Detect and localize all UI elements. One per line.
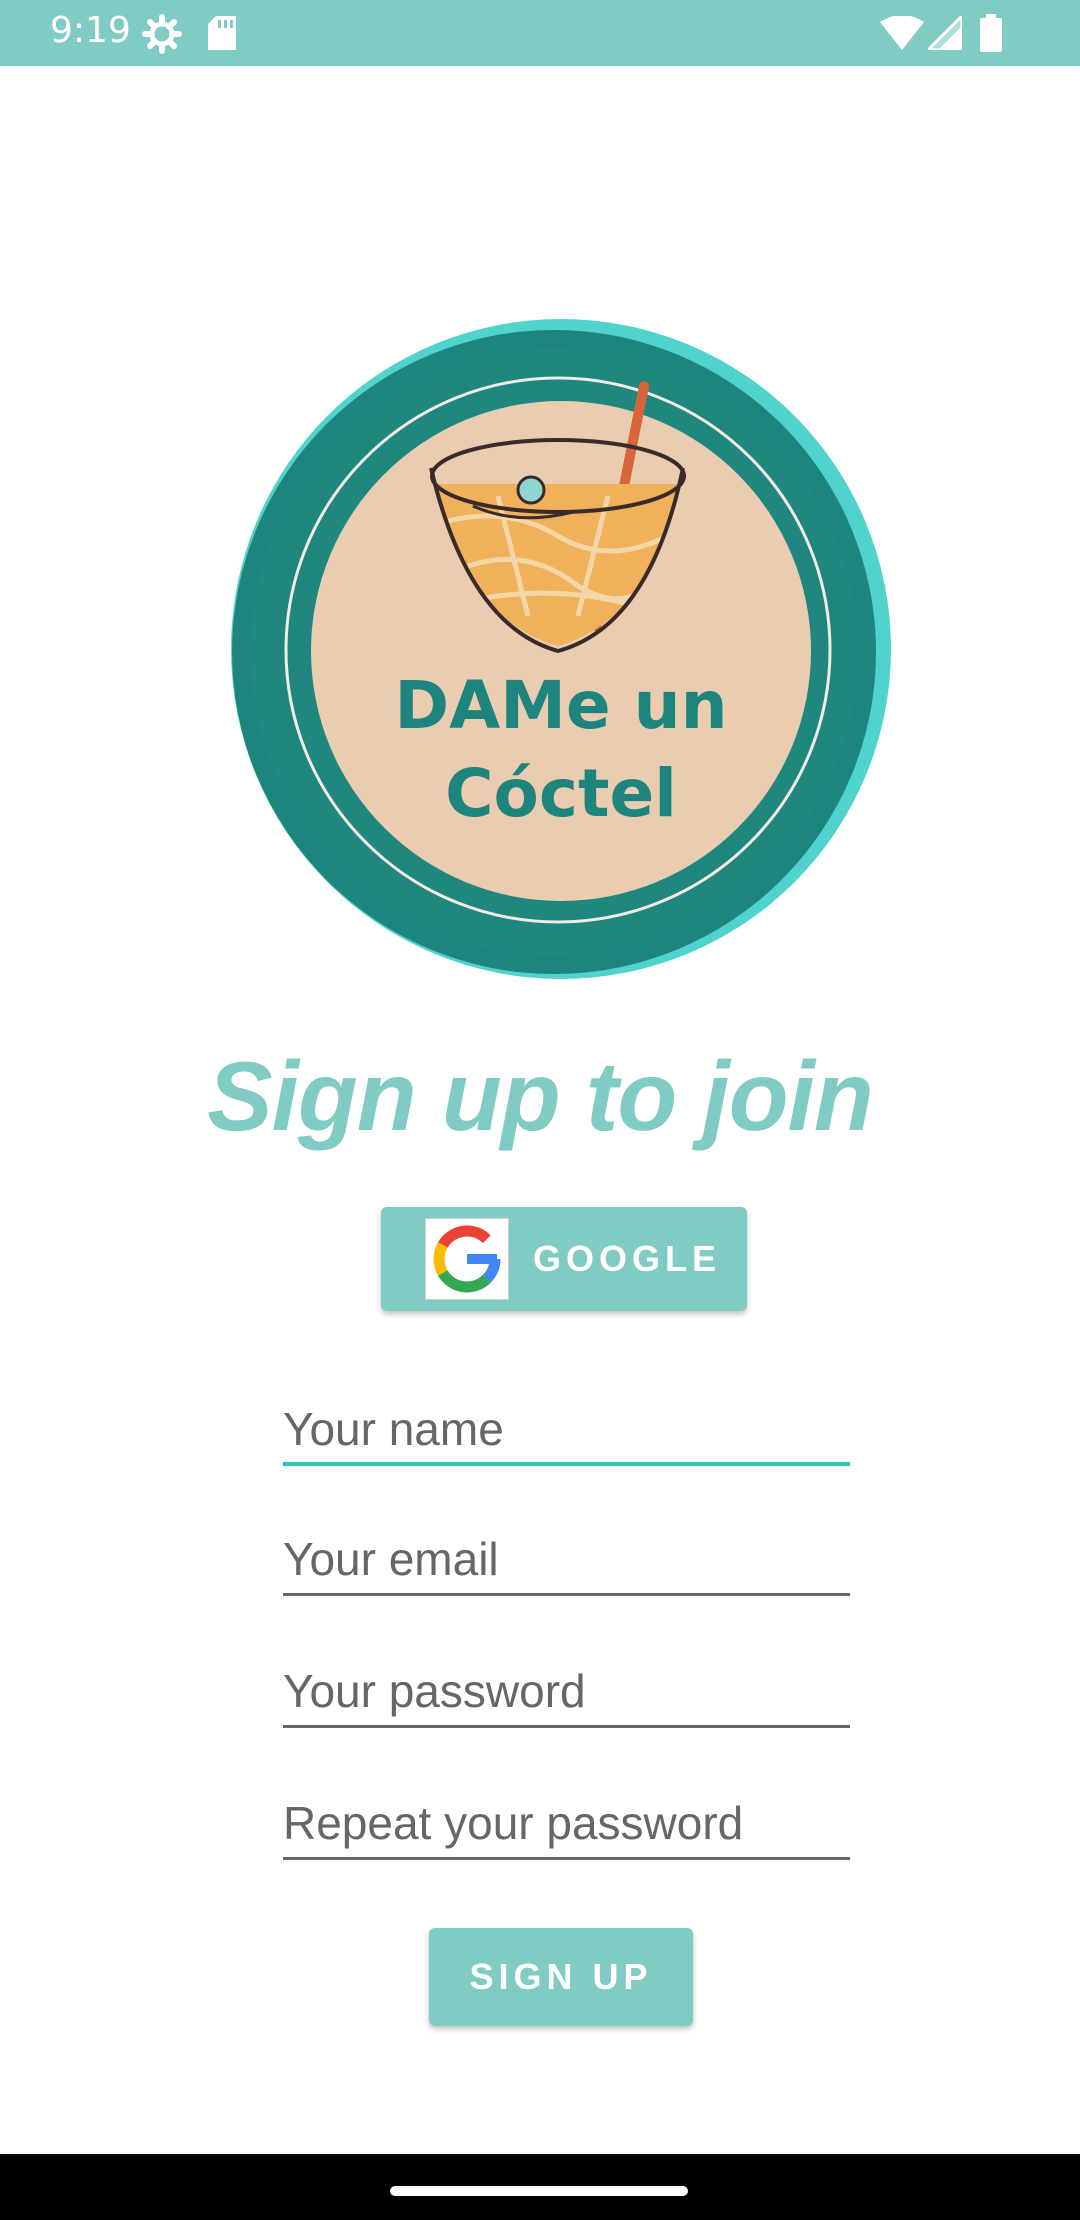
repeat-password-input[interactable] xyxy=(283,1788,850,1858)
name-input[interactable] xyxy=(283,1394,850,1464)
page-title: Sign up to join xyxy=(207,1041,873,1151)
signup-button[interactable]: SIGN UP xyxy=(429,1928,693,2026)
repeat-password-field[interactable] xyxy=(283,1788,850,1860)
status-time: 9:19 xyxy=(50,10,131,51)
google-signin-button[interactable]: GOOGLE xyxy=(381,1207,747,1311)
email-field[interactable] xyxy=(283,1524,850,1596)
status-bar: 9:19 xyxy=(0,0,1080,66)
home-gesture-handle[interactable] xyxy=(390,2186,688,2196)
google-icon xyxy=(425,1218,509,1300)
logo-text-line1: DAMe un xyxy=(394,667,727,744)
battery-icon xyxy=(980,14,1002,52)
sd-card-icon xyxy=(208,16,236,50)
email-input[interactable] xyxy=(283,1524,850,1594)
app-logo: DAMe un Cóctel xyxy=(228,316,894,982)
password-input[interactable] xyxy=(283,1656,850,1726)
google-button-label: GOOGLE xyxy=(533,1238,722,1279)
settings-icon xyxy=(142,14,182,54)
navigation-bar xyxy=(0,2154,1080,2220)
logo-text-line2: Cóctel xyxy=(445,755,677,832)
signal-icon xyxy=(928,16,962,50)
name-field[interactable] xyxy=(283,1394,850,1466)
password-field[interactable] xyxy=(283,1656,850,1728)
wifi-icon xyxy=(880,16,924,50)
